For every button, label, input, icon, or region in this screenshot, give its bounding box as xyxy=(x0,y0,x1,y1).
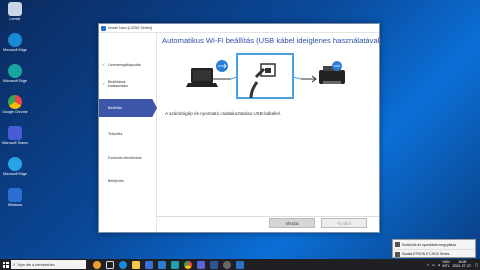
printer-notification: Eszközök és nyomtatók megnyitása Kiadás … xyxy=(392,239,476,258)
check-icon: ✓ xyxy=(102,81,106,87)
photos-icon[interactable] xyxy=(170,260,179,269)
system-tray: ˄ ▭ ◂ HUN INTL 16:45 2023. 07. 07. ▢ xyxy=(427,259,478,270)
back-button[interactable]: Vissza xyxy=(269,218,315,228)
file-explorer-icon[interactable] xyxy=(131,260,140,269)
footer-divider xyxy=(157,216,379,217)
volume-icon[interactable]: ◂ xyxy=(438,263,440,267)
taskbar-search[interactable]: ⌕ Írjon ide a kereséshez xyxy=(11,260,86,269)
arrow-icon xyxy=(301,75,317,83)
mail-icon[interactable] xyxy=(157,260,166,269)
instruction-text: A számítógép és nyomtató csatlakoztatása… xyxy=(165,111,282,116)
start-button[interactable] xyxy=(0,259,11,270)
step-install: Telepítés xyxy=(108,132,123,136)
step-setup: Beállítás xyxy=(99,99,157,117)
network-icon[interactable]: ▭ xyxy=(432,263,435,267)
search-icon: ⌕ xyxy=(13,262,16,267)
page-title: Automatikus Wi-Fi beállítás (USB kábel i… xyxy=(162,36,382,45)
teams-icon xyxy=(8,126,22,140)
app-icon xyxy=(101,25,106,31)
printer-icon xyxy=(319,61,345,84)
window-title: Install Navi [L3250 Series] xyxy=(108,26,153,30)
notification-center-icon[interactable]: ▢ xyxy=(475,263,478,267)
usb-connection-illustration xyxy=(186,53,345,99)
windows-logo-icon xyxy=(2,261,9,268)
step-check-features: Funkciók ellenőrzése xyxy=(108,156,142,160)
chrome-taskbar-icon[interactable] xyxy=(183,260,192,269)
edge-taskbar-icon[interactable] xyxy=(118,260,127,269)
desktop-icon-teams[interactable]: Microsoft Teams xyxy=(2,126,28,145)
chrome-icon xyxy=(8,95,22,109)
next-button[interactable]: Tovább xyxy=(321,218,367,228)
store-icon[interactable] xyxy=(144,260,153,269)
installer-taskbar-icon[interactable] xyxy=(235,260,244,269)
task-view-icon[interactable] xyxy=(105,260,114,269)
check-icon: ✓ xyxy=(102,62,106,67)
edge-icon xyxy=(8,33,22,47)
printer-icon xyxy=(395,251,400,257)
step-finish: Befejezés xyxy=(108,179,124,183)
step-options: ✓ Beállítások kiválasztása xyxy=(102,80,128,89)
desktop-icon-edge-2[interactable]: Microsoft Edge xyxy=(2,64,28,83)
tray-chevron-icon[interactable]: ˄ xyxy=(427,263,429,267)
installer-window: Install Navi [L3250 Series] ✓ Licencmegá… xyxy=(98,23,382,233)
desktop-icon-chrome[interactable]: Google Chrome xyxy=(2,95,28,114)
windows-icon xyxy=(8,188,22,202)
teams-taskbar-icon[interactable] xyxy=(196,260,205,269)
notification-item-open-devices[interactable]: Eszközök és nyomtatók megnyitása xyxy=(393,240,475,249)
settings-icon[interactable] xyxy=(222,260,231,269)
pinned-apps xyxy=(90,260,246,269)
desktop-icon-edge-1[interactable]: Microsoft Edge xyxy=(2,33,28,52)
window-titlebar[interactable]: Install Navi [L3250 Series] xyxy=(99,24,379,33)
edge-icon xyxy=(8,157,22,171)
language-indicator[interactable]: HUN INTL xyxy=(442,260,449,269)
notification-item-eject[interactable]: Kiadás EPSON ET-2810 Series xyxy=(393,249,475,258)
step-license: ✓ Licencmegállapodás xyxy=(102,62,141,67)
word-icon[interactable] xyxy=(209,260,218,269)
steps-sidebar: ✓ Licencmegállapodás ✓ Beállítások kivál… xyxy=(99,33,157,232)
desktop-icon-edge-3[interactable]: Microsoft Edge xyxy=(2,157,28,176)
clock[interactable]: 16:45 2023. 07. 07. xyxy=(453,260,472,269)
recycle-bin-icon xyxy=(8,2,22,16)
usb-icon xyxy=(216,60,228,72)
desktop-icon-windows[interactable]: Windows xyxy=(2,188,28,207)
weather-icon[interactable] xyxy=(92,260,101,269)
desktop-icon-recycle-bin[interactable]: Lomtár xyxy=(2,2,28,21)
devices-icon xyxy=(395,242,400,247)
laptop-icon xyxy=(186,68,218,87)
usb-plug-closeup xyxy=(230,53,302,99)
taskbar: ⌕ Írjon ide a kereséshez ˄ ▭ ◂ HUN INTL … xyxy=(0,259,480,270)
edge-icon xyxy=(8,64,22,78)
